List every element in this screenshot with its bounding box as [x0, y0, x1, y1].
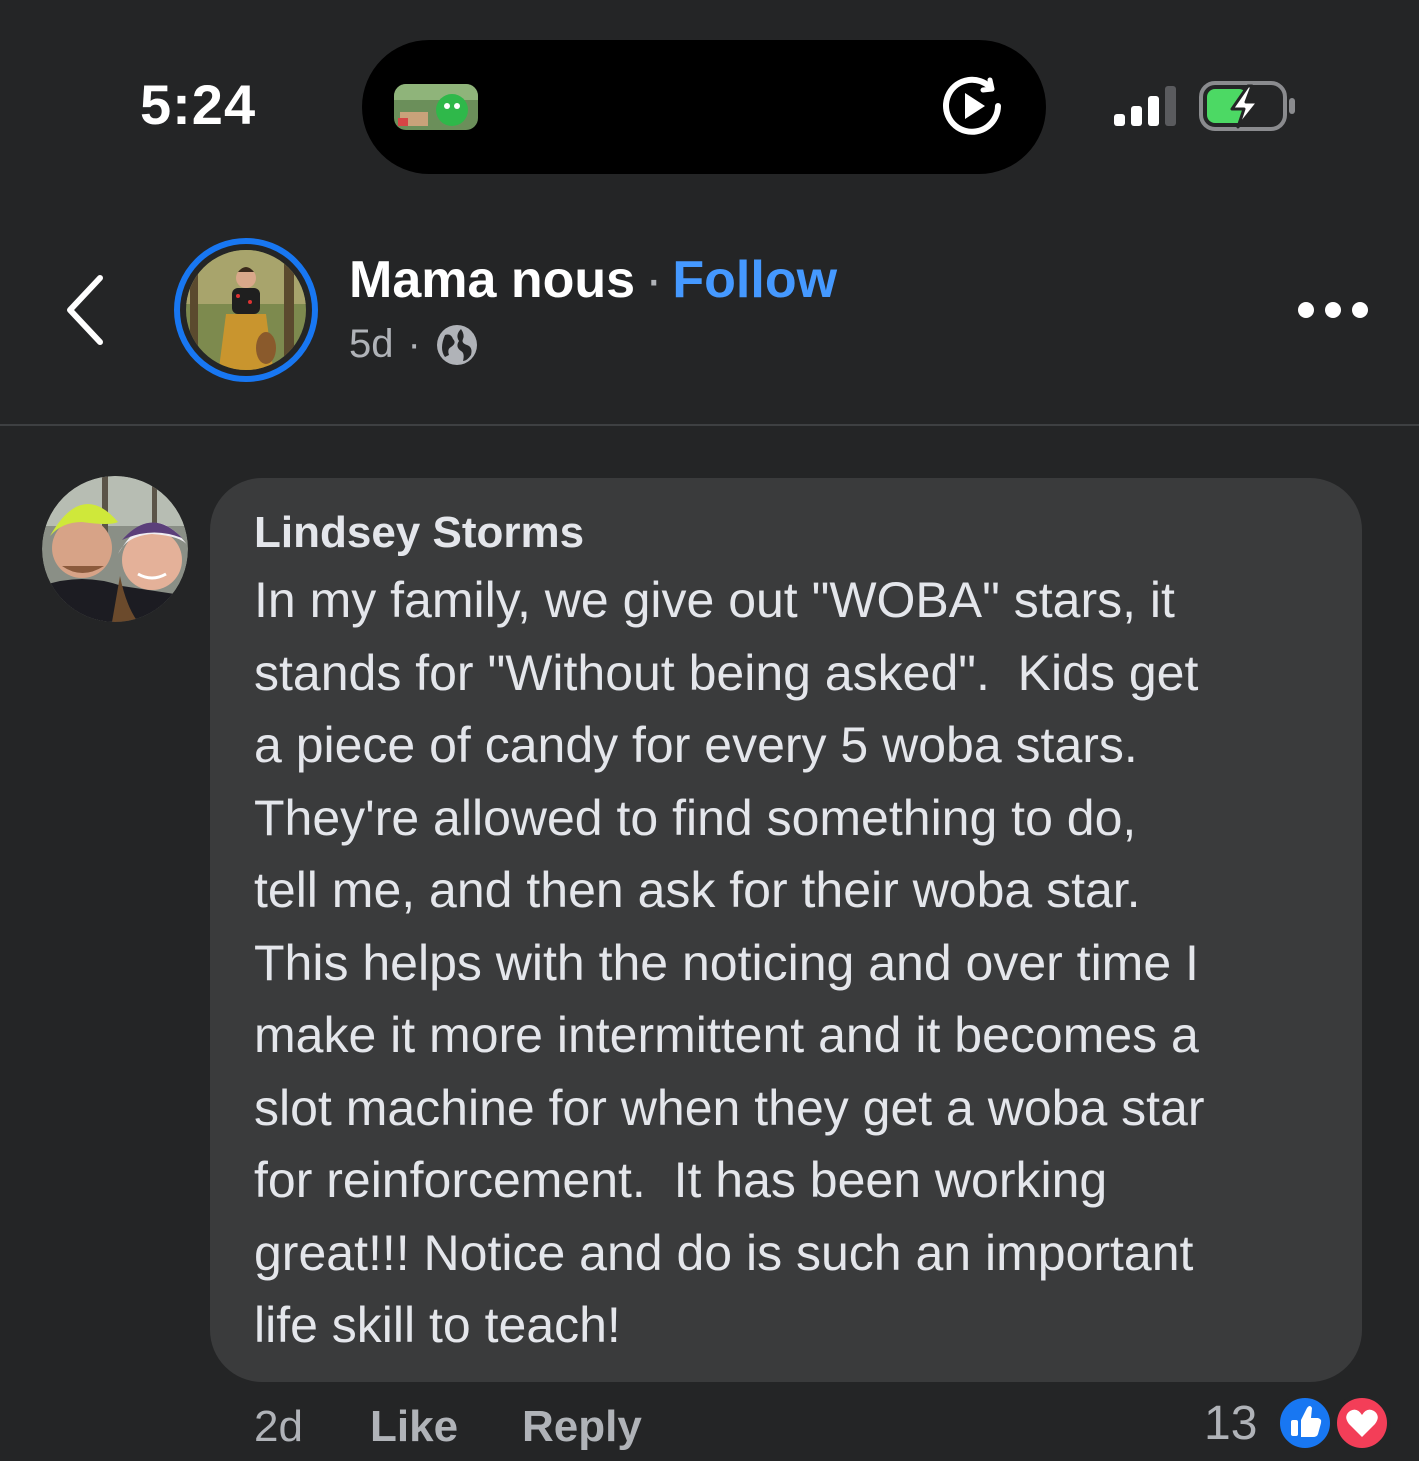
comment-text: In my family, we give out "WOBA" stars, …	[254, 564, 1344, 1362]
comment-line: make it more intermittent and it becomes…	[254, 1007, 1199, 1063]
comment-line: This helps with the noticing and over ti…	[254, 934, 1199, 991]
post-meta: 5d ·	[349, 322, 479, 367]
now-playing-thumbnail[interactable]	[394, 84, 478, 130]
playback-icon[interactable]	[938, 72, 1006, 140]
comment-line: a piece of candy for every 5 woba stars.	[254, 717, 1138, 773]
cellular-signal-icon	[1114, 86, 1176, 126]
comment-line: life skill to teach!	[254, 1297, 621, 1353]
commenter-avatar[interactable]	[42, 476, 188, 622]
globe-icon	[436, 324, 477, 365]
post-author-row: Mama nous · Follow	[349, 250, 837, 310]
comment-time[interactable]: 2d	[254, 1402, 303, 1452]
reaction-count[interactable]: 13	[1204, 1396, 1257, 1451]
reply-button[interactable]: Reply	[522, 1402, 642, 1452]
reaction-icons[interactable]	[1274, 1392, 1394, 1454]
page-name[interactable]: Mama nous	[349, 251, 635, 309]
meta-separator: ·	[407, 322, 421, 366]
love-icon	[1333, 1394, 1391, 1452]
follow-button[interactable]: Follow	[672, 251, 837, 309]
comment-line: great!!! Notice and do is such an import…	[254, 1224, 1194, 1281]
page-avatar[interactable]	[174, 238, 318, 382]
header-divider	[0, 424, 1419, 426]
comment-line: stands for "Without being asked". Kids g…	[254, 644, 1199, 701]
back-button[interactable]	[56, 270, 116, 350]
post-age[interactable]: 5d	[349, 322, 394, 367]
name-separator: ·	[645, 251, 663, 309]
comment-line: In my family, we give out "WOBA" stars, …	[254, 572, 1175, 628]
comment-line: slot machine for when they get a woba st…	[254, 1079, 1205, 1136]
comment-author[interactable]: Lindsey Storms	[254, 508, 584, 558]
like-icon	[1276, 1394, 1334, 1452]
battery-charging-icon	[1199, 81, 1295, 131]
dynamic-island[interactable]	[362, 40, 1046, 174]
status-time: 5:24	[140, 73, 257, 136]
comment-line: They're allowed to find something to do,	[254, 789, 1137, 846]
like-button[interactable]: Like	[370, 1402, 458, 1452]
comment-line: for reinforcement. It has been working	[254, 1152, 1108, 1208]
more-options-button[interactable]	[1296, 290, 1370, 330]
comment-line: tell me, and then ask for their woba sta…	[254, 862, 1141, 918]
